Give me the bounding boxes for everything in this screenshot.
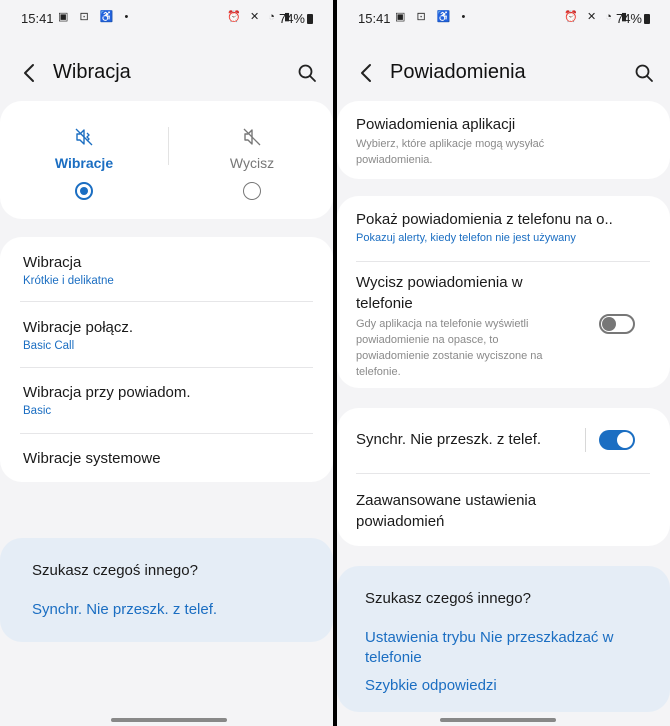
vibration-pattern-value: Krótkie i delikatne bbox=[23, 275, 114, 287]
app-notifications-item[interactable]: Powiadomienia aplikacji Wybierz, które a… bbox=[337, 116, 670, 168]
mute-on-phone-title: Wycisz powiadomienia w telefonie bbox=[356, 274, 523, 312]
mode-mute-radio[interactable] bbox=[243, 182, 261, 200]
notification-vibration-value: Basic bbox=[23, 405, 52, 417]
advanced-settings-title: Zaawansowane ustawienia powiadomień bbox=[356, 492, 537, 530]
search-icon[interactable] bbox=[634, 63, 654, 83]
vibration-pattern-item[interactable]: Wibracja Krótkie i delikatne bbox=[0, 254, 333, 287]
suggestion-link-dnd-settings[interactable]: Ustawienia trybu Nie przeszkadzać w tele… bbox=[365, 628, 645, 668]
toggle-divider bbox=[585, 428, 586, 452]
divider bbox=[20, 433, 313, 434]
system-vibration-item[interactable]: Wibracje systemowe bbox=[0, 450, 333, 467]
vibrate-icon bbox=[75, 128, 93, 146]
show-from-phone-subtitle: Pokazuj alerty, kiedy telefon nie jest u… bbox=[356, 232, 576, 244]
status-time: 15:41 bbox=[21, 11, 54, 26]
status-time: 15:41 bbox=[358, 11, 391, 26]
suggestion-card: Szukasz czegoś innego? Ustawienia trybu … bbox=[337, 566, 670, 712]
call-vibration-value: Basic Call bbox=[23, 340, 75, 352]
page-title: Wibracja bbox=[53, 61, 131, 83]
suggestion-link-quick-replies[interactable]: Szybkie odpowiedzi bbox=[365, 676, 497, 696]
status-notification-icons: ▣ ⊡ ♿ • bbox=[395, 11, 470, 23]
show-from-phone-item[interactable]: Pokaż powiadomienia z telefonu na o.. Po… bbox=[337, 211, 670, 244]
divider bbox=[20, 367, 313, 368]
status-notification-icons: ▣ ⊡ ♿ • bbox=[58, 11, 133, 23]
app-notifications-desc: Wybierz, które aplikacje mogą wysyłać po… bbox=[356, 138, 545, 166]
suggestion-title: Szukasz czegoś innego? bbox=[365, 590, 531, 607]
suggestion-title: Szukasz czegoś innego? bbox=[32, 562, 198, 579]
mode-vibrate-radio[interactable] bbox=[75, 182, 93, 200]
back-arrow-icon[interactable] bbox=[357, 62, 377, 84]
home-indicator[interactable] bbox=[111, 718, 227, 722]
battery-indicator: 74% bbox=[279, 11, 313, 26]
mute-on-phone-toggle[interactable] bbox=[599, 314, 635, 334]
call-vibration-title: Wibracje połącz. bbox=[23, 319, 134, 336]
battery-indicator: 74% bbox=[616, 11, 650, 26]
app-notifications-title: Powiadomienia aplikacji bbox=[356, 116, 516, 133]
phone-notifications-card: Pokaż powiadomienia z telefonu na o.. Po… bbox=[337, 196, 670, 388]
mode-vibrate-option[interactable]: Wibracje bbox=[24, 127, 144, 200]
app-notifications-card[interactable]: Powiadomienia aplikacji Wybierz, które a… bbox=[337, 101, 670, 179]
mute-on-phone-desc: Gdy aplikacja na telefonie wyświetli pow… bbox=[356, 318, 543, 378]
divider bbox=[356, 261, 650, 262]
vibration-screen: 15:41 ▣ ⊡ ♿ • ⏰ ✕ ◔ ▮ 74% Wibracja Wibra… bbox=[0, 0, 333, 726]
battery-icon bbox=[644, 14, 650, 24]
show-from-phone-title: Pokaż powiadomienia z telefonu na o.. bbox=[356, 211, 613, 228]
mode-vibrate-label: Wibracje bbox=[54, 155, 114, 171]
suggestion-card: Szukasz czegoś innego? Synchr. Nie przes… bbox=[0, 538, 333, 642]
battery-icon bbox=[307, 14, 313, 24]
mode-mute-option[interactable]: Wycisz bbox=[192, 127, 312, 200]
call-vibration-item[interactable]: Wibracje połącz. Basic Call bbox=[0, 319, 333, 352]
mode-mute-label: Wycisz bbox=[229, 155, 275, 171]
search-icon[interactable] bbox=[297, 63, 317, 83]
notifications-screen: 15:41 ▣ ⊡ ♿ • ⏰ ✕ ◔ ▮ 74% Powiadomienia … bbox=[337, 0, 670, 726]
suggestion-link-sync-dnd[interactable]: Synchr. Nie przeszk. z telef. bbox=[32, 600, 217, 620]
system-vibration-title: Wibracje systemowe bbox=[23, 450, 161, 467]
sync-dnd-toggle[interactable] bbox=[599, 430, 635, 450]
vibration-pattern-title: Wibracja bbox=[23, 254, 82, 271]
mute-icon bbox=[243, 128, 261, 146]
page-title: Powiadomienia bbox=[390, 61, 526, 83]
divider bbox=[20, 301, 313, 302]
status-bar: 15:41 ▣ ⊡ ♿ • ⏰ ✕ ◔ ▮ 74% bbox=[337, 8, 670, 30]
back-arrow-icon[interactable] bbox=[20, 62, 40, 84]
advanced-settings-item[interactable]: Zaawansowane ustawienia powiadomień bbox=[337, 490, 670, 532]
status-bar: 15:41 ▣ ⊡ ♿ • ⏰ ✕ ◔ ▮ 74% bbox=[0, 8, 333, 30]
mode-divider bbox=[168, 127, 169, 165]
vibration-settings-card: Wibracja Krótkie i delikatne Wibracje po… bbox=[0, 237, 333, 482]
app-bar: Powiadomienia bbox=[337, 56, 670, 90]
sync-card: Synchr. Nie przeszk. z telef. Zaawansowa… bbox=[337, 408, 670, 546]
notification-vibration-item[interactable]: Wibracja przy powiadom. Basic bbox=[0, 384, 333, 417]
notification-vibration-title: Wibracja przy powiadom. bbox=[23, 384, 191, 401]
app-bar: Wibracja bbox=[0, 56, 333, 90]
divider bbox=[356, 473, 650, 474]
home-indicator[interactable] bbox=[440, 718, 556, 722]
mode-selector-card: Wibracje Wycisz bbox=[0, 101, 333, 219]
